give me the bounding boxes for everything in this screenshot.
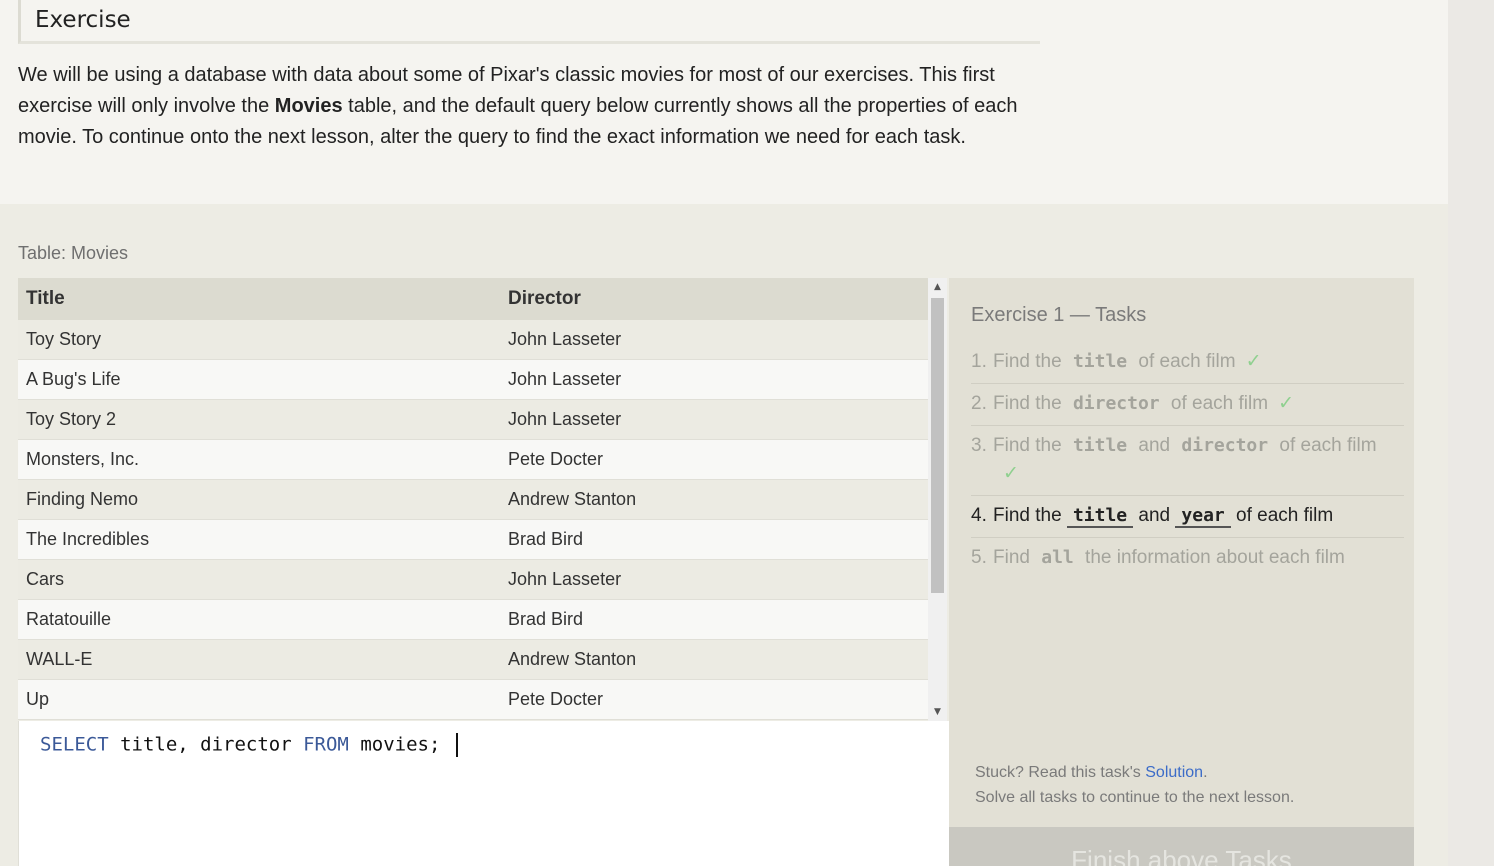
intro-text-bold: Movies — [274, 95, 343, 117]
help-text: Stuck? Read this task's Solution. Solve … — [975, 760, 1294, 810]
task-text: and — [1138, 435, 1171, 456]
task-keyword: title — [1066, 505, 1134, 528]
table-row: Finding Nemo Andrew Stanton — [18, 479, 928, 520]
cell-title: A Bug's Life — [18, 359, 500, 400]
task-item-3: 3. Find the title and director of each fi… — [971, 426, 1404, 496]
table-header-row: Title Director — [18, 278, 928, 320]
task-text: of each film — [1279, 435, 1377, 456]
cell-title: Ratatouille — [18, 599, 500, 640]
solution-link[interactable]: Solution — [1145, 764, 1203, 781]
cell-director: Andrew Stanton — [500, 639, 928, 680]
cell-title: Up — [18, 679, 500, 720]
task-text: Find — [993, 547, 1030, 568]
task-list: 1. Find the title of each film ✓ 2. Find th… — [971, 342, 1404, 579]
table-row: Monsters, Inc. Pete Docter — [18, 439, 928, 480]
tasks-title: Exercise 1 — Tasks — [971, 304, 1147, 326]
cell-title: Toy Story — [18, 320, 500, 360]
help-text-line2: Solve all tasks to continue to the next … — [975, 789, 1295, 806]
cell-director: Pete Docter — [500, 679, 928, 720]
task-number: 3. — [971, 435, 987, 456]
tasks-panel: Exercise 1 — Tasks 1. Find the title of e… — [949, 278, 1414, 866]
table-row: Toy Story 2 John Lasseter — [18, 399, 928, 440]
scrollbar-thumb[interactable] — [931, 298, 944, 593]
task-text: Find the — [993, 505, 1062, 526]
checkmark-icon: ✓ — [1245, 351, 1262, 372]
scroll-up-arrow-icon[interactable]: ▲ — [928, 278, 947, 296]
cell-director: John Lasseter — [500, 359, 928, 400]
results-table: Title Director Toy Story John Lasseter A … — [18, 278, 928, 720]
help-text-2: . — [1203, 764, 1208, 781]
cell-director: Brad Bird — [500, 599, 928, 640]
task-item-1: 1. Find the title of each film ✓ — [971, 342, 1404, 384]
table-caption: Table: Movies — [18, 243, 129, 263]
task-text: of each film — [1236, 505, 1334, 526]
sql-editor[interactable]: SELECT title, director FROM movies; — [18, 721, 949, 866]
intro-paragraph: We will be using a database with data ab… — [18, 60, 1048, 153]
exercise-heading: Exercise — [18, 0, 1040, 44]
table-row: Ratatouille Brad Bird — [18, 599, 928, 640]
cell-director: Pete Docter — [500, 439, 928, 480]
cell-title: Finding Nemo — [18, 479, 500, 520]
task-text: and — [1138, 505, 1171, 526]
task-number: 2. — [971, 393, 987, 414]
table-row: Cars John Lasseter — [18, 559, 928, 600]
cell-title: WALL-E — [18, 639, 500, 680]
table-row: Up Pete Docter — [18, 679, 928, 720]
table-row: Toy Story John Lasseter — [18, 320, 928, 360]
sql-keyword-select: SELECT — [40, 733, 109, 756]
checkmark-icon: ✓ — [1003, 463, 1019, 484]
column-header-director: Director — [500, 278, 928, 320]
page: Exercise We will be using a database wit… — [0, 0, 1448, 866]
intro-section: Exercise We will be using a database wit… — [0, 0, 1448, 204]
scroll-down-arrow-icon[interactable]: ▼ — [928, 703, 947, 721]
table-scrollbar[interactable]: ▲ ▼ — [928, 278, 947, 721]
task-keyword: director — [1072, 393, 1160, 414]
task-text: Find the — [993, 435, 1062, 456]
sql-table: movies; — [348, 733, 452, 756]
task-number: 1. — [971, 351, 987, 372]
task-text: of each film — [1170, 393, 1269, 414]
cell-director: Andrew Stanton — [500, 479, 928, 520]
task-text: Find the — [993, 393, 1062, 414]
task-keyword: title — [1072, 435, 1128, 456]
sql-columns: title, director — [108, 733, 304, 756]
sql-query[interactable]: SELECT title, director FROM movies; — [40, 733, 458, 757]
help-text-1: Stuck? Read this task's — [975, 764, 1146, 781]
task-item-5: 5. Find all the information about each fi… — [971, 538, 1404, 579]
task-item-4: 4. Find the title and year of each film — [971, 496, 1404, 538]
task-keyword: all — [1041, 547, 1074, 568]
cell-director: John Lasseter — [500, 399, 928, 440]
cell-title: Cars — [18, 559, 500, 600]
task-number: 5. — [971, 547, 987, 568]
checkmark-icon: ✓ — [1278, 393, 1294, 414]
text-cursor — [455, 733, 458, 757]
sql-keyword-from: FROM — [303, 733, 349, 756]
task-text: Find the — [993, 351, 1062, 372]
task-keyword: director — [1181, 435, 1269, 456]
cell-director: Brad Bird — [500, 519, 928, 560]
cell-director: John Lasseter — [500, 559, 928, 600]
task-text: of each film — [1138, 351, 1236, 372]
task-keyword: year — [1175, 505, 1231, 528]
task-text: the information about each film — [1085, 547, 1345, 568]
cell-title: The Incredibles — [18, 519, 500, 560]
results-table-container: Title Director Toy Story John Lasseter A … — [18, 278, 928, 721]
column-header-title: Title — [18, 278, 500, 320]
table-row: The Incredibles Brad Bird — [18, 519, 928, 560]
cell-title: Toy Story 2 — [18, 399, 500, 440]
task-keyword: title — [1072, 351, 1128, 372]
task-item-2: 2. Find the director of each film ✓ — [971, 384, 1404, 426]
cell-title: Monsters, Inc. — [18, 439, 500, 480]
finish-tasks-button[interactable]: Finish above Tasks — [949, 827, 1414, 866]
task-number: 4. — [971, 505, 987, 526]
table-row: A Bug's Life John Lasseter — [18, 359, 928, 400]
table-row: WALL-E Andrew Stanton — [18, 639, 928, 680]
cell-director: John Lasseter — [500, 320, 928, 360]
